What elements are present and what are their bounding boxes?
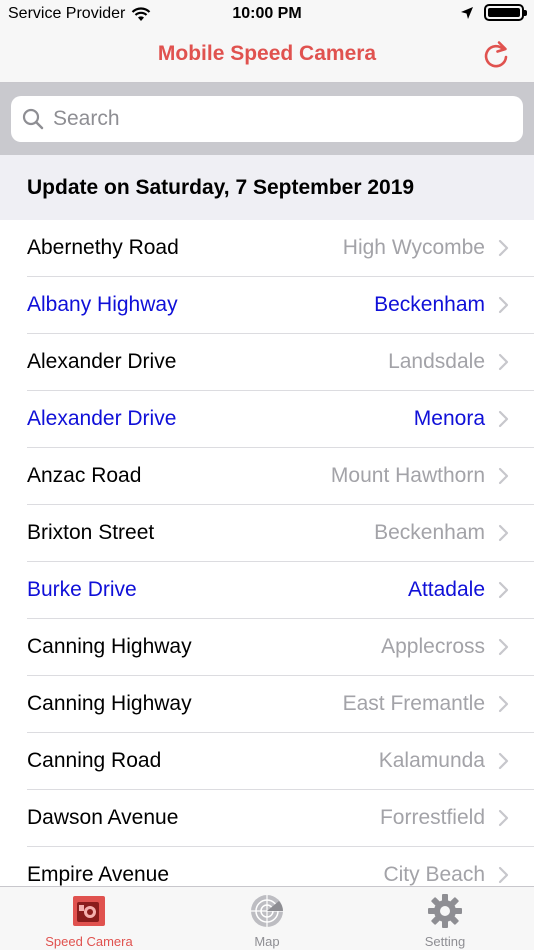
street-name: Brixton Street xyxy=(27,521,155,544)
tab-bar: Speed Camera Map Setting xyxy=(0,886,534,950)
list-item[interactable]: Albany Highway Beckenham xyxy=(0,277,534,334)
section-header: Update on Saturday, 7 September 2019 xyxy=(0,155,534,220)
chevron-right-icon xyxy=(498,410,509,428)
chevron-right-icon xyxy=(498,695,509,713)
chevron-right-icon xyxy=(498,296,509,314)
location-arrow-icon xyxy=(461,6,473,19)
suburb-name: Applecross xyxy=(381,635,485,658)
chevron-right-icon xyxy=(498,353,509,371)
status-right-group xyxy=(460,4,527,21)
street-name: Alexander Drive xyxy=(27,350,177,373)
list-item[interactable]: Canning Highway East Fremantle xyxy=(0,676,534,733)
tab-label: Speed Camera xyxy=(45,934,133,949)
street-name: Canning Road xyxy=(27,749,162,772)
street-name: Canning Highway xyxy=(27,635,192,658)
tab-map[interactable]: Map xyxy=(178,887,356,951)
radar-icon xyxy=(251,895,283,927)
tab-label: Setting xyxy=(424,934,466,949)
chevron-right-icon xyxy=(498,809,509,827)
tab-setting[interactable]: Setting xyxy=(356,887,534,951)
street-name: Canning Highway xyxy=(27,692,192,715)
suburb-name: Beckenham xyxy=(374,521,485,544)
suburb-name: High Wycombe xyxy=(342,236,485,259)
chevron-right-icon xyxy=(498,239,509,257)
list-item[interactable]: Empire Avenue City Beach xyxy=(0,847,534,886)
chevron-right-icon xyxy=(498,752,509,770)
chevron-right-icon xyxy=(498,638,509,656)
chevron-right-icon xyxy=(498,524,509,542)
status-time: 10:00 PM xyxy=(232,5,302,22)
list-item[interactable]: Brixton Street Beckenham xyxy=(0,505,534,562)
tab-speed-camera[interactable]: Speed Camera xyxy=(0,887,178,951)
list-item[interactable]: Canning Highway Applecross xyxy=(0,619,534,676)
suburb-name: East Fremantle xyxy=(342,692,485,715)
camera-location-list: Abernethy Road High Wycombe Albany Highway… xyxy=(0,220,534,886)
list-item[interactable]: Alexander Drive Menora xyxy=(0,391,534,448)
suburb-name: Beckenham xyxy=(374,293,485,316)
chevron-right-icon xyxy=(498,866,509,884)
search-icon xyxy=(22,108,44,130)
street-name: Alexander Drive xyxy=(27,407,177,430)
tab-label: Map xyxy=(254,934,280,949)
chevron-right-icon xyxy=(498,467,509,485)
street-name: Abernethy Road xyxy=(27,236,179,259)
refresh-icon[interactable] xyxy=(480,40,512,72)
list-item[interactable]: Burke Drive Attadale xyxy=(0,562,534,619)
list-item[interactable]: Alexander Drive Landsdale xyxy=(0,334,534,391)
street-name: Burke Drive xyxy=(27,578,137,601)
suburb-name: Menora xyxy=(413,407,485,430)
suburb-name: Forrestfield xyxy=(379,806,485,829)
gear-icon xyxy=(428,894,462,928)
street-name: Dawson Avenue xyxy=(27,806,179,829)
suburb-name: Landsdale xyxy=(388,350,485,373)
suburb-name: Attadale xyxy=(407,578,485,601)
list-item[interactable]: Anzac Road Mount Hawthorn xyxy=(0,448,534,505)
list-item[interactable]: Abernethy Road High Wycombe xyxy=(0,220,534,277)
street-name: Albany Highway xyxy=(27,293,178,316)
navigation-bar: Mobile Speed Camera xyxy=(0,28,534,83)
search-bar-container xyxy=(0,83,534,155)
search-input[interactable] xyxy=(51,106,495,132)
suburb-name: Mount Hawthorn xyxy=(330,464,485,487)
street-name: Anzac Road xyxy=(27,464,142,487)
status-bar: Service Provider 10:00 PM xyxy=(0,0,534,28)
list-item[interactable]: Canning Road Kalamunda xyxy=(0,733,534,790)
speed-camera-icon xyxy=(73,896,105,926)
battery-icon xyxy=(484,4,527,21)
page-title: Mobile Speed Camera xyxy=(157,42,377,65)
street-name: Empire Avenue xyxy=(27,863,170,886)
chevron-right-icon xyxy=(498,581,509,599)
update-date-label: Update on Saturday, 7 September 2019 xyxy=(27,176,415,199)
list-item[interactable]: Dawson Avenue Forrestfield xyxy=(0,790,534,847)
suburb-name: City Beach xyxy=(383,863,485,886)
suburb-name: Kalamunda xyxy=(378,749,485,772)
search-field[interactable] xyxy=(11,96,523,142)
